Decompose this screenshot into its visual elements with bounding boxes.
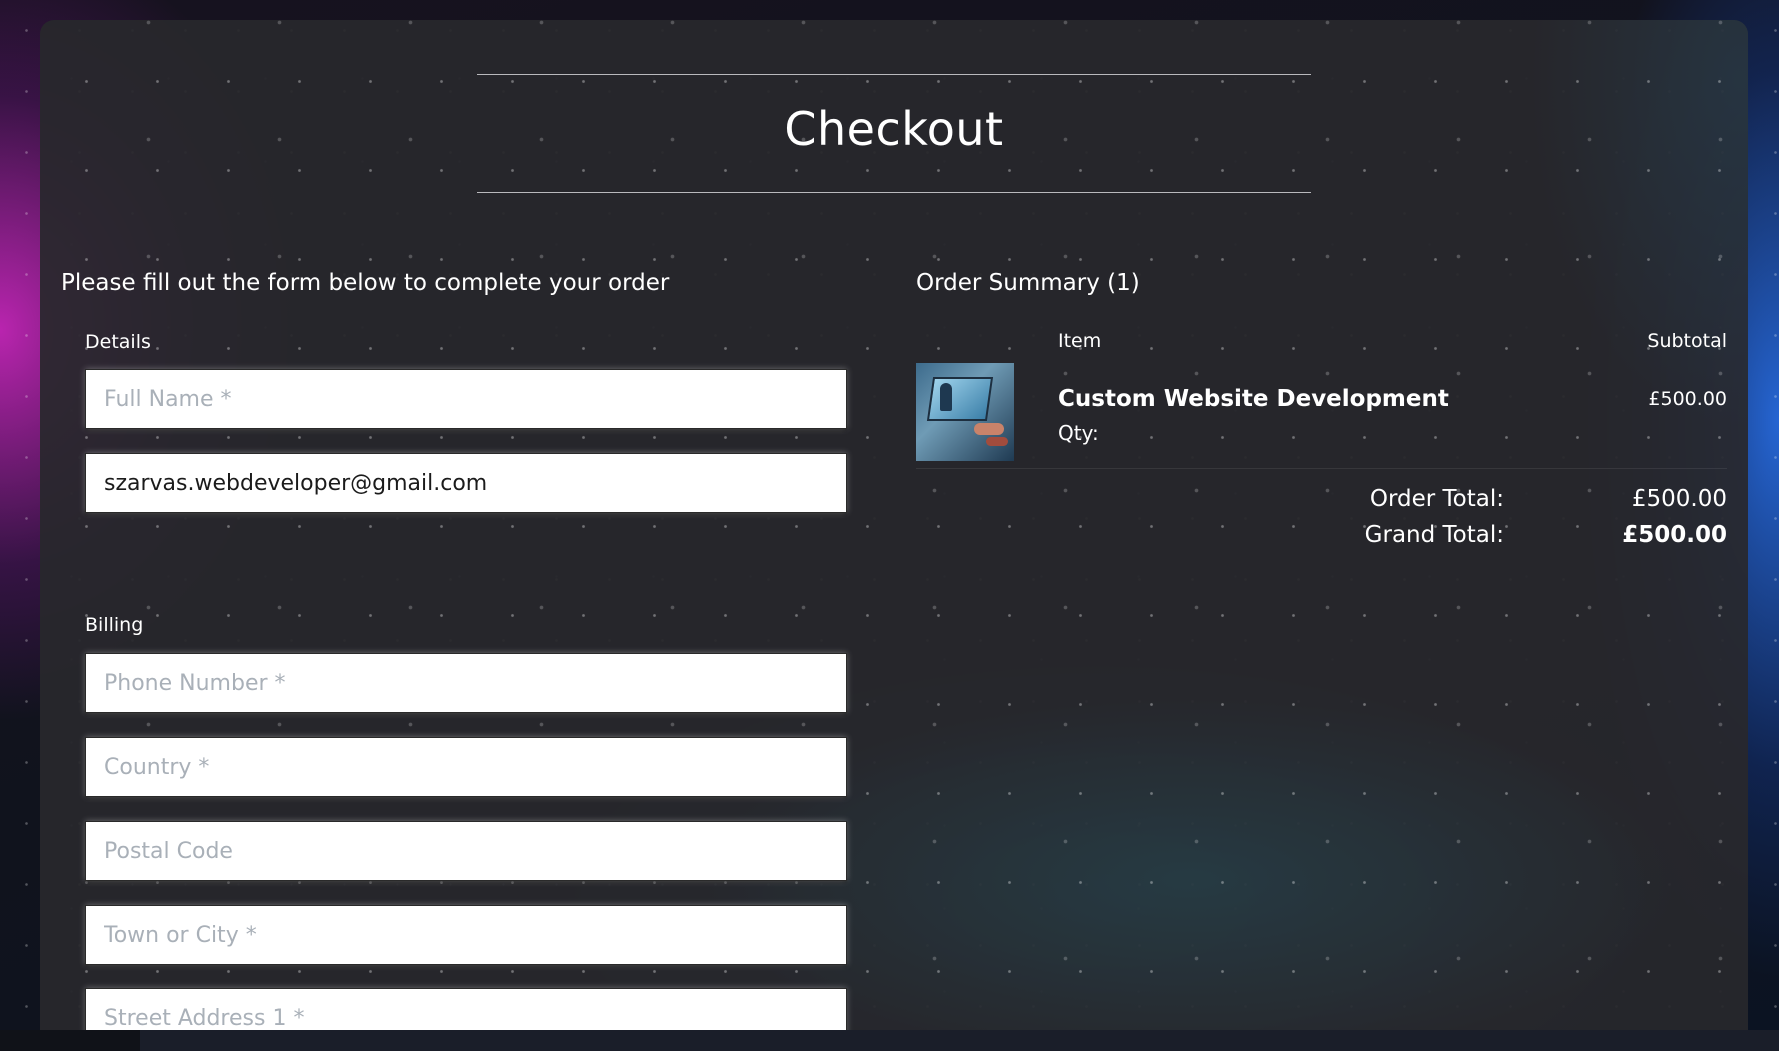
details-section-label: Details <box>85 331 151 353</box>
email-input[interactable] <box>85 453 847 513</box>
street-address-1-input[interactable] <box>85 988 847 1030</box>
postal-code-input[interactable] <box>85 821 847 881</box>
product-thumbnail[interactable] <box>916 363 1014 461</box>
title-bottom-rule <box>477 192 1311 193</box>
laptop-screen-graphic <box>926 377 994 421</box>
phone-number-input[interactable] <box>85 653 847 713</box>
full-name-input[interactable] <box>85 369 847 429</box>
bottom-band <box>0 1030 1779 1051</box>
town-or-city-input[interactable] <box>85 905 847 965</box>
line-item-qty-label: Qty: <box>1058 421 1099 445</box>
order-total-label: Order Total: <box>1369 486 1504 512</box>
line-item-subtotal: £500.00 <box>1648 388 1727 410</box>
billing-section-label: Billing <box>85 614 144 636</box>
bottom-band-dark-segment <box>0 1030 140 1051</box>
person-figure-graphic <box>940 383 952 411</box>
order-total-value: £500.00 <box>1631 486 1727 512</box>
order-summary-title: Order Summary (1) <box>916 270 1140 296</box>
subtotal-column-header: Subtotal <box>1647 330 1727 352</box>
line-item-name[interactable]: Custom Website Development <box>1058 386 1449 412</box>
item-column-header: Item <box>1058 330 1102 352</box>
checkout-panel: Checkout Please fill out the form below … <box>40 20 1748 1030</box>
title-top-rule <box>477 74 1311 75</box>
grand-total-label: Grand Total: <box>1364 522 1504 548</box>
sleeve-graphic <box>986 437 1008 446</box>
country-input[interactable] <box>85 737 847 797</box>
grand-total-value: £500.00 <box>1622 522 1727 548</box>
summary-divider <box>916 468 1727 469</box>
page-title: Checkout <box>784 102 1004 156</box>
form-intro-text: Please fill out the form below to comple… <box>61 270 670 296</box>
hand-graphic <box>974 423 1004 435</box>
